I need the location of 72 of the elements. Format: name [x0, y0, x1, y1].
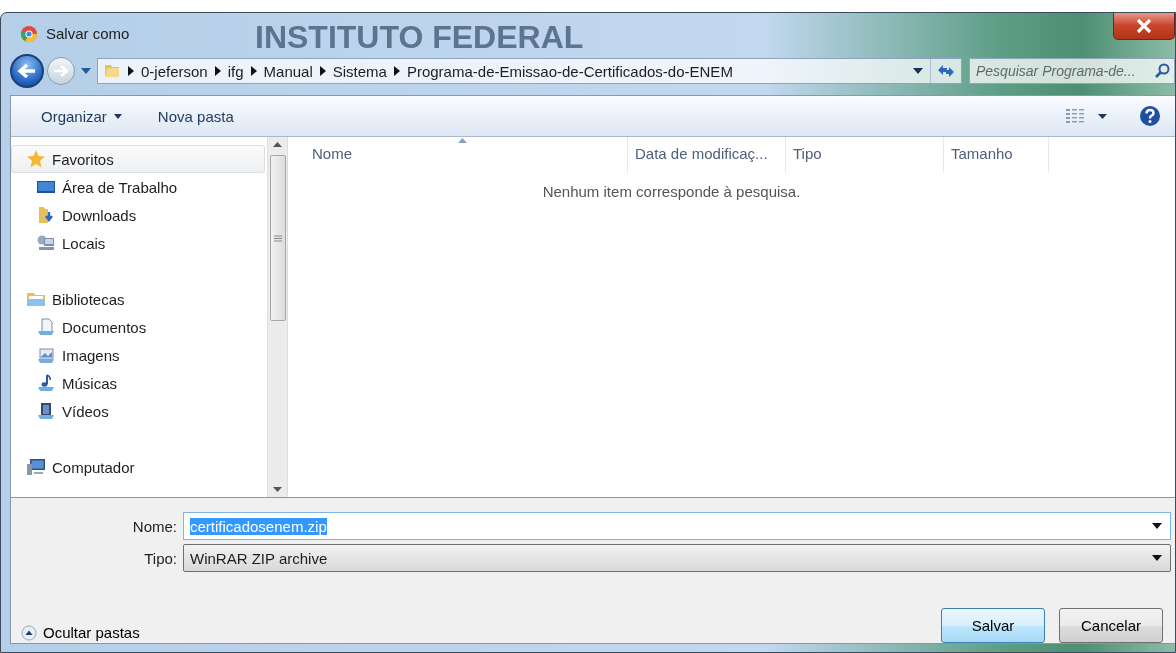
breadcrumb-item[interactable]: Manual	[263, 62, 313, 80]
field-label: Tipo:	[143, 549, 177, 567]
sidebar-item[interactable]: Downloads	[11, 201, 265, 229]
column-header[interactable]: Data de modificaç...	[628, 137, 786, 173]
sidebar-item[interactable]: Documentos	[11, 313, 265, 341]
sidebar-item[interactable]: Vídeos	[11, 397, 265, 425]
list-view-icon	[1066, 108, 1084, 124]
new-folder-button[interactable]: Nova pasta	[149, 103, 242, 129]
window-title: Salvar como	[46, 25, 130, 42]
close-icon	[1136, 18, 1152, 33]
view-options-button[interactable]	[1064, 106, 1109, 126]
sidebar-item[interactable]: Imagens	[11, 341, 265, 369]
organize-menu-button[interactable]: Organizar	[33, 103, 130, 129]
help-icon[interactable]	[1139, 105, 1161, 127]
backdrop-text: INSTITUTO FEDERAL	[255, 19, 584, 56]
breadcrumb-item[interactable]: Programa-de-Emissao-de-Certificados-do-ENEM	[406, 62, 733, 80]
breadcrumb-item[interactable]: Sistema	[332, 62, 387, 80]
sidebar-item[interactable]: Locais	[11, 229, 265, 257]
back-button[interactable]	[10, 54, 44, 88]
breadcrumb-arrow-icon[interactable]	[128, 66, 134, 76]
desktop-icon	[36, 178, 56, 196]
dialog-button[interactable]: Salvar	[941, 608, 1045, 643]
breadcrumb-arrow-icon[interactable]	[214, 66, 221, 76]
breadcrumb-arrow-icon[interactable]	[393, 66, 400, 76]
music-library-icon	[36, 374, 56, 392]
star-icon	[26, 150, 46, 168]
dropdown-icon	[1152, 555, 1162, 561]
refresh-arrows-icon	[937, 64, 955, 78]
left-arrow-icon	[17, 63, 37, 79]
library-folder-icon	[26, 290, 46, 308]
sidebar-item[interactable]: Bibliotecas	[11, 285, 265, 313]
scrollbar-thumb[interactable]	[269, 155, 286, 321]
sidebar-item[interactable]: Músicas	[11, 369, 265, 397]
scroll-up-icon[interactable]	[273, 142, 282, 147]
column-header[interactable]: Nome	[288, 137, 628, 173]
download-folder-icon	[36, 206, 56, 224]
breadcrumb-arrow-icon[interactable]	[250, 66, 257, 76]
forward-button[interactable]	[47, 57, 75, 85]
computer-icon	[26, 458, 46, 476]
close-button[interactable]	[1113, 13, 1175, 40]
document-library-icon	[36, 318, 56, 336]
sidebar-item[interactable]: Área de Trabalho	[11, 173, 265, 201]
grip-icon	[273, 234, 282, 242]
caret-icon	[113, 113, 122, 119]
breadcrumb-arrow-icon[interactable]	[319, 66, 326, 76]
history-dropdown-icon[interactable]	[81, 68, 91, 74]
dropdown-icon[interactable]	[913, 68, 923, 74]
address-bar[interactable]: 0-jeferson ifg Manual Sistema Programa-de-Emissao-de-Certificados-do-ENEM	[97, 58, 962, 84]
collapse-icon	[21, 624, 37, 641]
empty-message: Nenhum item corresponde à pesquisa.	[541, 183, 802, 200]
breadcrumb-item[interactable]: ifg	[227, 62, 244, 80]
dialog-button[interactable]: Cancelar	[1059, 608, 1163, 643]
column-header[interactable]: Tamanho	[944, 137, 1049, 173]
column-header[interactable]: Tipo	[786, 137, 944, 173]
field-label: Nome:	[131, 517, 177, 535]
hide-folders-button[interactable]: Ocultar pastas	[21, 624, 140, 641]
caret-icon	[1098, 113, 1107, 119]
app-icon	[20, 24, 38, 43]
sidebar-item[interactable]: Computador	[11, 453, 265, 481]
sidebar-item[interactable]: Favoritos	[11, 145, 265, 173]
right-arrow-icon	[52, 64, 70, 78]
sort-arrow-icon	[457, 138, 467, 143]
scrollbar[interactable]	[267, 137, 287, 497]
folder-icon	[103, 62, 121, 80]
file-type-dropdown[interactable]: WinRAR ZIP archive	[183, 544, 1171, 572]
dropdown-icon	[1152, 523, 1162, 529]
scroll-down-icon[interactable]	[273, 487, 282, 492]
breadcrumb-item[interactable]: 0-jeferson	[141, 62, 208, 80]
search-icon	[1154, 63, 1170, 79]
search-field[interactable]: Pesquisar Programa-de...	[969, 58, 1175, 84]
video-library-icon	[36, 402, 56, 420]
picture-library-icon	[36, 346, 56, 364]
